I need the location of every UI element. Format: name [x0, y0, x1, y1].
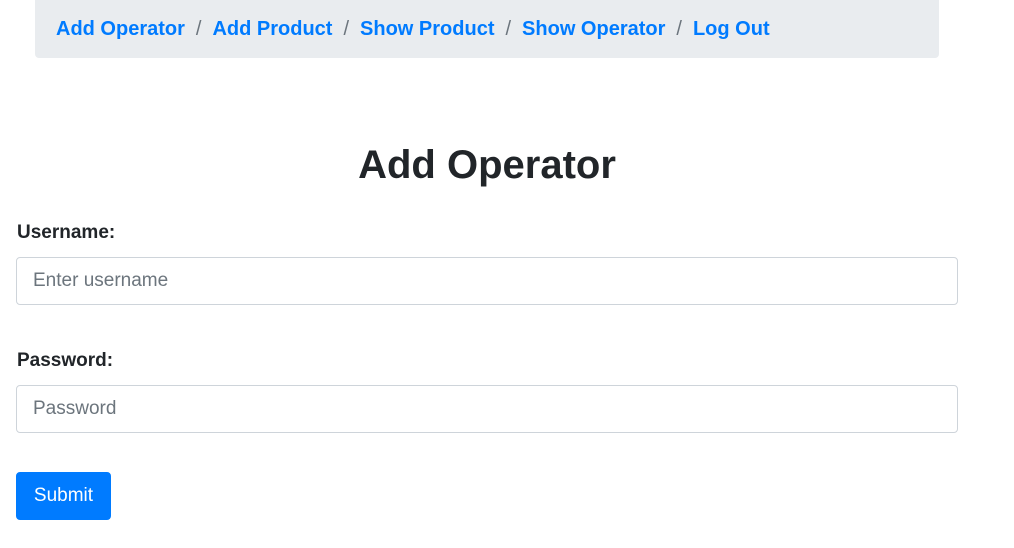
nav-link-show-operator[interactable]: Show Operator: [522, 18, 665, 41]
page-title: Add Operator: [358, 143, 616, 187]
breadcrumb-separator: /: [676, 17, 682, 40]
password-input[interactable]: [16, 385, 958, 433]
username-label: Username:: [17, 222, 116, 243]
nav-link-log-out[interactable]: Log Out: [693, 18, 770, 41]
submit-button[interactable]: Submit: [16, 472, 111, 520]
password-label: Password:: [17, 350, 114, 371]
breadcrumb-separator: /: [505, 17, 512, 40]
nav-link-show-product[interactable]: Show Product: [360, 18, 494, 41]
nav-link-add-product[interactable]: Add Product: [212, 18, 332, 41]
breadcrumb-separator: /: [343, 17, 350, 40]
nav-link-add-operator[interactable]: Add Operator: [56, 18, 185, 41]
breadcrumb-separator: /: [195, 17, 202, 40]
username-input[interactable]: [16, 257, 958, 305]
breadcrumb: Add Operator / Add Product / Show Produc…: [35, 0, 939, 58]
